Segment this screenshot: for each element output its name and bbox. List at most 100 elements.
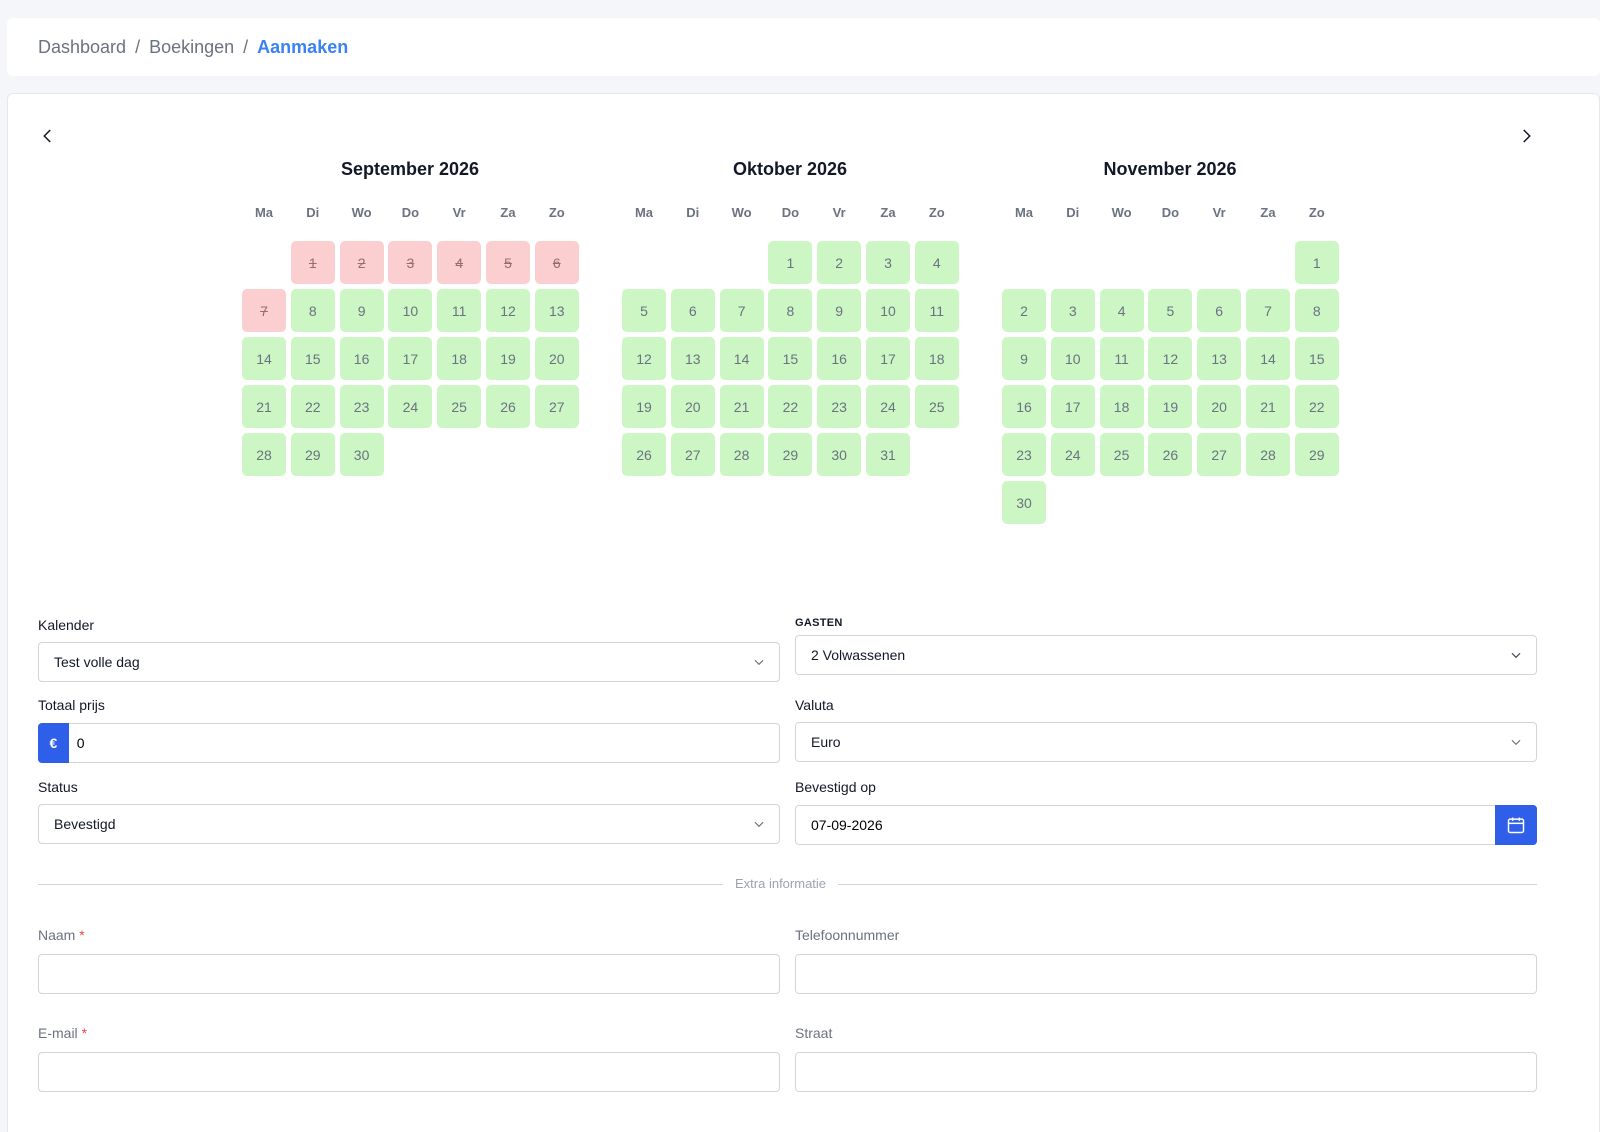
available-day[interactable]: 24 <box>865 385 910 428</box>
empty-day-cell <box>1148 241 1192 284</box>
available-day[interactable]: 23 <box>339 385 384 428</box>
available-day[interactable]: 10 <box>388 289 433 332</box>
available-day[interactable]: 28 <box>1245 433 1290 476</box>
available-day[interactable]: 7 <box>1245 289 1290 332</box>
available-day[interactable]: 2 <box>817 241 862 284</box>
available-day[interactable]: 27 <box>534 385 579 428</box>
available-day[interactable]: 21 <box>1245 385 1290 428</box>
available-day[interactable]: 12 <box>485 289 530 332</box>
available-day[interactable]: 4 <box>1099 289 1144 332</box>
available-day[interactable]: 8 <box>290 289 335 332</box>
available-day[interactable]: 15 <box>1294 337 1339 380</box>
available-day[interactable]: 17 <box>388 337 433 380</box>
breadcrumb-boekingen[interactable]: Boekingen <box>149 37 234 58</box>
available-day[interactable]: 10 <box>865 289 910 332</box>
gasten-select[interactable]: 2 Volwassenen <box>795 635 1537 675</box>
available-day[interactable]: 18 <box>1099 385 1144 428</box>
available-day[interactable]: 16 <box>1002 385 1046 428</box>
available-day[interactable]: 3 <box>865 241 910 284</box>
available-day[interactable]: 24 <box>388 385 433 428</box>
available-day[interactable]: 22 <box>768 385 813 428</box>
available-day[interactable]: 13 <box>670 337 715 380</box>
available-day[interactable]: 17 <box>865 337 910 380</box>
available-day[interactable]: 12 <box>1148 337 1193 380</box>
available-day[interactable]: 18 <box>914 337 959 380</box>
available-day[interactable]: 2 <box>1002 289 1046 332</box>
available-day[interactable]: 26 <box>622 433 666 476</box>
telefoonnummer-input[interactable] <box>796 955 1536 993</box>
available-day[interactable]: 23 <box>817 385 862 428</box>
available-day[interactable]: 7 <box>719 289 764 332</box>
next-month-button[interactable] <box>1514 124 1538 148</box>
available-day[interactable]: 10 <box>1050 337 1095 380</box>
available-day[interactable]: 6 <box>670 289 715 332</box>
available-day[interactable]: 8 <box>1294 289 1339 332</box>
available-day[interactable]: 16 <box>817 337 862 380</box>
email-input[interactable] <box>39 1053 779 1091</box>
available-day[interactable]: 27 <box>670 433 715 476</box>
available-day[interactable]: 9 <box>339 289 384 332</box>
available-day[interactable]: 11 <box>914 289 959 332</box>
available-day[interactable]: 11 <box>1099 337 1144 380</box>
breadcrumb-dashboard[interactable]: Dashboard <box>38 37 126 58</box>
available-day[interactable]: 29 <box>290 433 335 476</box>
available-day[interactable]: 31 <box>865 433 910 476</box>
available-day[interactable]: 17 <box>1050 385 1095 428</box>
available-day[interactable]: 22 <box>1294 385 1339 428</box>
available-day[interactable]: 16 <box>339 337 384 380</box>
available-day[interactable]: 25 <box>437 385 482 428</box>
available-day[interactable]: 24 <box>1050 433 1095 476</box>
previous-month-button[interactable] <box>36 124 60 148</box>
available-day[interactable]: 1 <box>1294 241 1339 284</box>
available-day[interactable]: 19 <box>1148 385 1193 428</box>
available-day[interactable]: 14 <box>1245 337 1290 380</box>
available-day[interactable]: 26 <box>485 385 530 428</box>
status-select[interactable]: Bevestigd <box>38 804 780 844</box>
available-day[interactable]: 11 <box>437 289 482 332</box>
available-day[interactable]: 21 <box>242 385 286 428</box>
available-day[interactable]: 30 <box>1002 481 1046 524</box>
available-day[interactable]: 15 <box>768 337 813 380</box>
available-day[interactable]: 6 <box>1197 289 1242 332</box>
calendar-picker-button[interactable] <box>1494 805 1537 845</box>
available-day[interactable]: 26 <box>1148 433 1193 476</box>
available-day[interactable]: 20 <box>534 337 579 380</box>
available-day[interactable]: 27 <box>1197 433 1242 476</box>
available-day[interactable]: 14 <box>242 337 286 380</box>
available-day[interactable]: 19 <box>485 337 530 380</box>
valuta-select[interactable]: Euro <box>795 722 1537 762</box>
available-day[interactable]: 20 <box>670 385 715 428</box>
kalender-select[interactable]: Test volle dag <box>38 642 780 682</box>
available-day[interactable]: 20 <box>1197 385 1242 428</box>
available-day[interactable]: 9 <box>1002 337 1046 380</box>
available-day[interactable]: 21 <box>719 385 764 428</box>
available-day[interactable]: 30 <box>339 433 384 476</box>
available-day[interactable]: 12 <box>622 337 666 380</box>
available-day[interactable]: 30 <box>817 433 862 476</box>
available-day[interactable]: 23 <box>1002 433 1046 476</box>
available-day[interactable]: 14 <box>719 337 764 380</box>
available-day[interactable]: 28 <box>242 433 286 476</box>
available-day[interactable]: 4 <box>914 241 959 284</box>
available-day[interactable]: 15 <box>290 337 335 380</box>
available-day[interactable]: 18 <box>437 337 482 380</box>
available-day[interactable]: 5 <box>622 289 666 332</box>
available-day[interactable]: 13 <box>534 289 579 332</box>
available-day[interactable]: 1 <box>768 241 813 284</box>
available-day[interactable]: 25 <box>914 385 959 428</box>
bevestigd-op-input[interactable] <box>796 806 1495 844</box>
naam-input[interactable] <box>39 955 779 993</box>
available-day[interactable]: 29 <box>768 433 813 476</box>
available-day[interactable]: 8 <box>768 289 813 332</box>
available-day[interactable]: 9 <box>817 289 862 332</box>
available-day[interactable]: 3 <box>1050 289 1095 332</box>
available-day[interactable]: 19 <box>622 385 666 428</box>
available-day[interactable]: 13 <box>1197 337 1242 380</box>
available-day[interactable]: 22 <box>290 385 335 428</box>
straat-input[interactable] <box>796 1053 1536 1091</box>
available-day[interactable]: 5 <box>1148 289 1193 332</box>
available-day[interactable]: 28 <box>719 433 764 476</box>
available-day[interactable]: 29 <box>1294 433 1339 476</box>
available-day[interactable]: 25 <box>1099 433 1144 476</box>
totaal-prijs-input[interactable] <box>68 724 779 762</box>
